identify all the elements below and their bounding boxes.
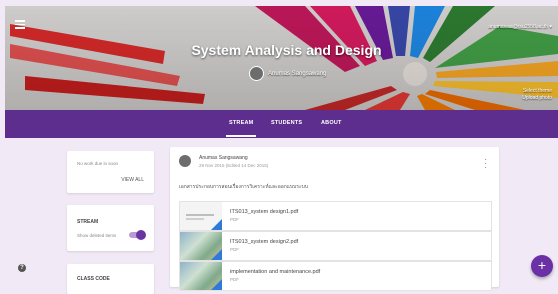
select-theme-link[interactable]: Select theme: [522, 88, 552, 95]
class-banner: System Analysis and Design Anumas Sangsa…: [5, 6, 558, 110]
pdf-corner-icon: [211, 279, 222, 290]
show-deleted-toggle[interactable]: [129, 230, 146, 240]
tab-students[interactable]: STUDENTS: [271, 120, 302, 126]
account-email: anumas.sa@rsu2558.ac.th: [488, 24, 549, 30]
stream-post: Anumas Sangsawang 29 Nov 2015 (Edited 14…: [170, 147, 499, 291]
toggle-knob: [136, 230, 146, 240]
class-tabs: STREAM STUDENTS ABOUT: [5, 110, 558, 138]
class-title: System Analysis and Design: [191, 42, 382, 58]
attachment-type: PDF: [230, 217, 239, 222]
theme-links: Select theme Upload photo: [522, 88, 552, 102]
attachment-thumbnail: [180, 232, 222, 260]
account-menu[interactable]: anumas.sa@rsu2558.ac.th ▾: [488, 24, 552, 30]
owner-avatar: [249, 66, 264, 81]
attachment-thumbnail: [180, 262, 222, 290]
owner-name: Anumas Sangsawang: [268, 70, 327, 77]
attachment-name: implementation and maintenance.pdf: [230, 269, 321, 275]
post-text: เอกสารประกอบการสอนเรื่องการวิเคราะห์และอ…: [179, 184, 309, 190]
post-author: Anumas Sangsawang: [199, 155, 248, 161]
menu-icon[interactable]: [15, 20, 25, 29]
attachment-item[interactable]: implementation and maintenance.pdf PDF: [179, 261, 492, 291]
upload-photo-link[interactable]: Upload photo: [522, 95, 552, 102]
tab-about[interactable]: ABOUT: [321, 120, 342, 126]
class-owner: Anumas Sangsawang: [249, 66, 326, 81]
account-caret-icon: ▾: [549, 24, 552, 30]
view-all-link[interactable]: VIEW ALL: [121, 177, 144, 183]
attachment-item[interactable]: ITS013_system design2.pdf PDF: [179, 231, 492, 261]
help-icon[interactable]: ?: [18, 264, 26, 272]
tab-stream[interactable]: STREAM: [225, 120, 257, 137]
post-author-avatar: [179, 155, 191, 167]
attachment-type: PDF: [230, 247, 239, 252]
stream-settings-heading: STREAM: [77, 219, 99, 225]
more-vert-icon[interactable]: · · ·: [484, 156, 487, 172]
attachment-item[interactable]: ITS013_system design1.pdf PDF: [179, 201, 492, 231]
upcoming-card: No work due in soon VIEW ALL: [67, 151, 154, 193]
attachment-name: ITS013_system design2.pdf: [230, 239, 299, 245]
class-code-heading: CLASS CODE: [77, 276, 110, 282]
attachment-type: PDF: [230, 277, 239, 282]
attachment-name: ITS013_system design1.pdf: [230, 209, 299, 215]
pdf-corner-icon: [211, 219, 222, 230]
post-date: 29 Nov 2015 (Edited 14 Dec 2015): [199, 163, 269, 168]
add-icon[interactable]: +: [531, 255, 553, 277]
upcoming-text: No work due in soon: [77, 161, 119, 166]
banner-shade: [5, 6, 558, 110]
show-deleted-label: Show deleted items: [77, 233, 117, 238]
pdf-corner-icon: [211, 249, 222, 260]
stream-settings-card: STREAM Show deleted items: [67, 205, 154, 251]
attachment-thumbnail: [180, 202, 222, 230]
class-code-card: CLASS CODE: [67, 264, 154, 294]
